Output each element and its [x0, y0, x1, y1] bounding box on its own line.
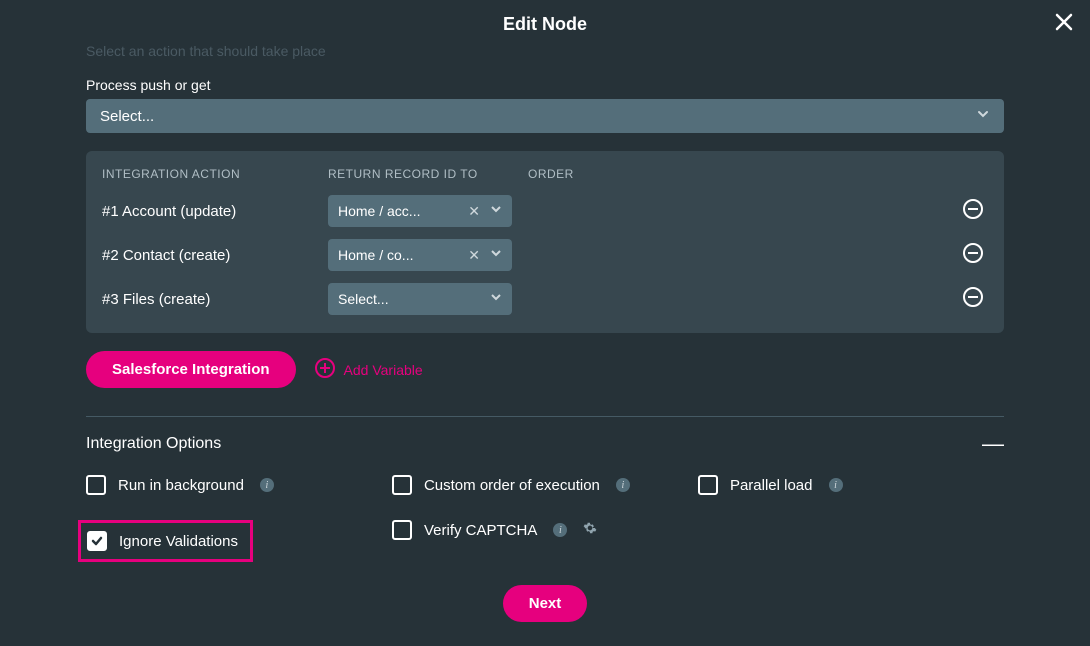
custom-order-checkbox[interactable]: Custom order of execution i	[392, 475, 630, 495]
info-icon[interactable]: i	[260, 478, 274, 492]
info-icon[interactable]: i	[553, 523, 567, 537]
remove-row-icon[interactable]	[962, 198, 984, 225]
combo-value: Select...	[338, 291, 484, 307]
process-select[interactable]: Select...	[86, 99, 1004, 133]
ignore-validations-highlight: Ignore Validations	[78, 520, 253, 562]
integration-table: INTEGRATION ACTION RETURN RECORD ID TO O…	[86, 151, 1004, 333]
return-select-3[interactable]: Select...	[328, 283, 512, 315]
chevron-down-icon	[490, 290, 502, 308]
clear-icon[interactable]: ✕	[464, 247, 484, 264]
verify-captcha-checkbox[interactable]: Verify CAPTCHA i	[392, 520, 597, 540]
table-row: #2 Contact (create) Home / co... ✕	[102, 239, 988, 271]
close-icon[interactable]	[1054, 12, 1074, 37]
integration-options-title: Integration Options	[86, 435, 221, 453]
option-label: Parallel load	[730, 477, 813, 494]
checkbox-icon	[392, 475, 412, 495]
col-header-action: INTEGRATION ACTION	[102, 167, 328, 181]
info-icon[interactable]: i	[829, 478, 843, 492]
checkbox-icon	[698, 475, 718, 495]
combo-value: Home / acc...	[338, 203, 458, 219]
option-label: Run in background	[118, 477, 244, 494]
remove-row-icon[interactable]	[962, 286, 984, 313]
chevron-down-icon	[976, 107, 990, 125]
checkbox-icon	[86, 475, 106, 495]
process-label: Process push or get	[86, 77, 1004, 93]
combo-value: Home / co...	[338, 247, 458, 263]
page-title: Edit Node	[0, 14, 1090, 35]
option-label: Ignore Validations	[119, 533, 238, 550]
process-select-value: Select...	[100, 108, 154, 125]
plus-circle-icon	[314, 357, 336, 382]
checkbox-icon	[392, 520, 412, 540]
gear-icon[interactable]	[583, 521, 597, 540]
parallel-load-checkbox[interactable]: Parallel load i	[698, 475, 843, 495]
info-icon[interactable]: i	[616, 478, 630, 492]
table-row: #3 Files (create) Select...	[102, 283, 988, 315]
chevron-down-icon	[490, 202, 502, 220]
table-row: #1 Account (update) Home / acc... ✕	[102, 195, 988, 227]
subtitle-text: Select an action that should take place	[0, 43, 1090, 77]
remove-row-icon[interactable]	[962, 242, 984, 269]
add-variable-button[interactable]: Add Variable	[314, 357, 423, 382]
option-label: Verify CAPTCHA	[424, 522, 537, 539]
chevron-down-icon	[490, 246, 502, 264]
clear-icon[interactable]: ✕	[464, 203, 484, 220]
collapse-icon[interactable]: —	[982, 431, 1004, 457]
ignore-validations-checkbox[interactable]: Ignore Validations	[87, 531, 238, 551]
return-select-1[interactable]: Home / acc... ✕	[328, 195, 512, 227]
col-header-return: RETURN RECORD ID TO	[328, 167, 528, 181]
return-select-2[interactable]: Home / co... ✕	[328, 239, 512, 271]
row-action-label: #3 Files (create)	[102, 291, 328, 308]
checkbox-icon	[87, 531, 107, 551]
next-button[interactable]: Next	[503, 585, 588, 622]
add-variable-label: Add Variable	[344, 362, 423, 378]
col-header-order: ORDER	[528, 167, 988, 181]
row-action-label: #1 Account (update)	[102, 203, 328, 220]
run-in-background-checkbox[interactable]: Run in background i	[86, 475, 274, 495]
row-action-label: #2 Contact (create)	[102, 247, 328, 264]
option-label: Custom order of execution	[424, 477, 600, 494]
salesforce-integration-button[interactable]: Salesforce Integration	[86, 351, 296, 388]
